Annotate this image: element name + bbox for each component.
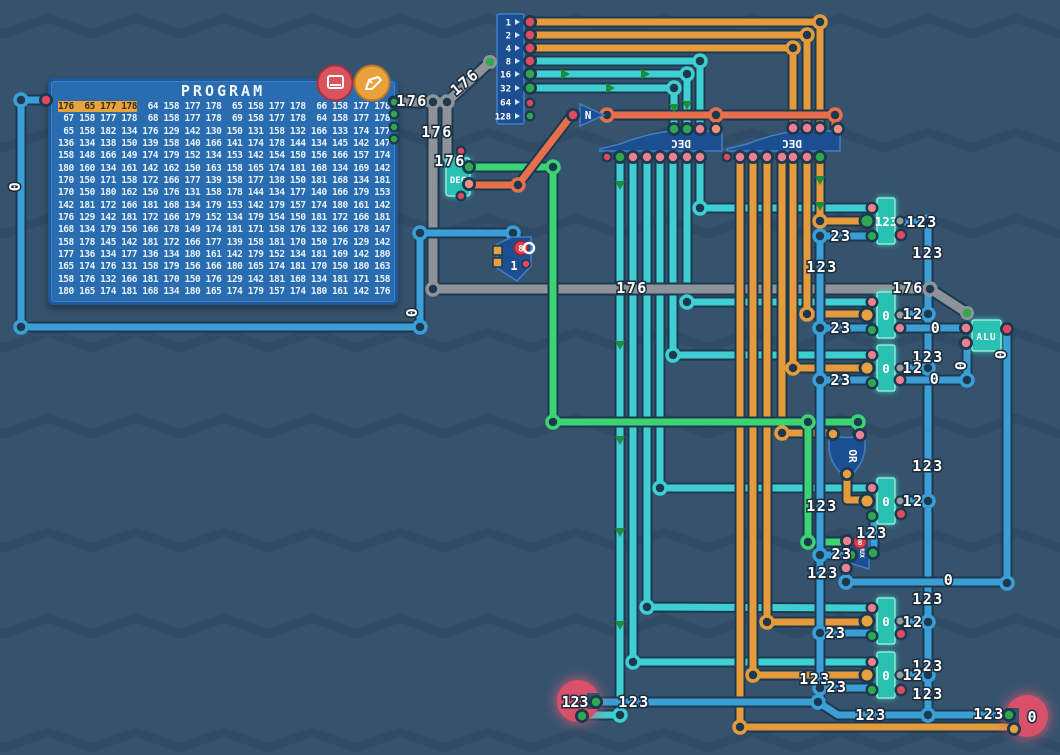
program-row[interactable]: 180 160 134 161 142 162 150 163 158 165 … — [58, 163, 395, 175]
program-row[interactable]: 158 148 166 149 174 179 152 134 153 142 … — [58, 150, 395, 162]
program-row[interactable]: 158 178 145 142 181 172 166 177 139 158 … — [58, 237, 395, 249]
program-row[interactable]: 180 165 174 181 168 134 180 165 174 179 … — [58, 286, 395, 298]
program-highlight-cells: 176 65 177 178 — [58, 101, 137, 112]
program-row[interactable]: 67 158 177 178 68 158 177 178 69 158 177… — [58, 113, 395, 125]
program-title: PROGRAM — [51, 82, 395, 100]
program-row[interactable]: 136 134 138 150 139 158 140 166 141 174 … — [58, 138, 395, 150]
program-row[interactable]: 142 181 172 166 181 168 134 179 153 142 … — [58, 200, 395, 212]
program-row[interactable]: 65 158 182 134 176 129 142 130 150 131 1… — [58, 126, 395, 138]
program-row[interactable]: 165 174 176 131 158 179 156 166 180 165 … — [58, 261, 395, 273]
program-row[interactable]: 170 150 171 158 172 166 177 139 158 177 … — [58, 175, 395, 187]
program-row[interactable]: 168 134 179 156 166 178 149 174 181 171 … — [58, 224, 395, 236]
program-row[interactable]: 170 150 180 162 150 176 131 158 178 144 … — [58, 187, 395, 199]
program-row[interactable]: 158 176 132 166 181 170 150 176 129 142 … — [58, 274, 395, 286]
program-row[interactable]: 176 65 177 178 64 158 177 178 65 158 177… — [58, 101, 395, 113]
program-row-values: 64 158 177 178 65 158 177 178 66 158 177… — [137, 101, 390, 112]
program-row[interactable]: 177 136 134 177 136 134 180 161 142 179 … — [58, 249, 395, 261]
circuit-canvas[interactable]: PROGRAM 176 65 177 178 64 158 177 178 65… — [0, 0, 1060, 755]
program-memory-grid: 176 65 177 178 64 158 177 178 65 158 177… — [58, 101, 395, 299]
program-memory-panel[interactable]: PROGRAM 176 65 177 178 64 158 177 178 65… — [48, 78, 398, 305]
program-row[interactable]: 176 129 142 181 172 166 179 152 134 179 … — [58, 212, 395, 224]
